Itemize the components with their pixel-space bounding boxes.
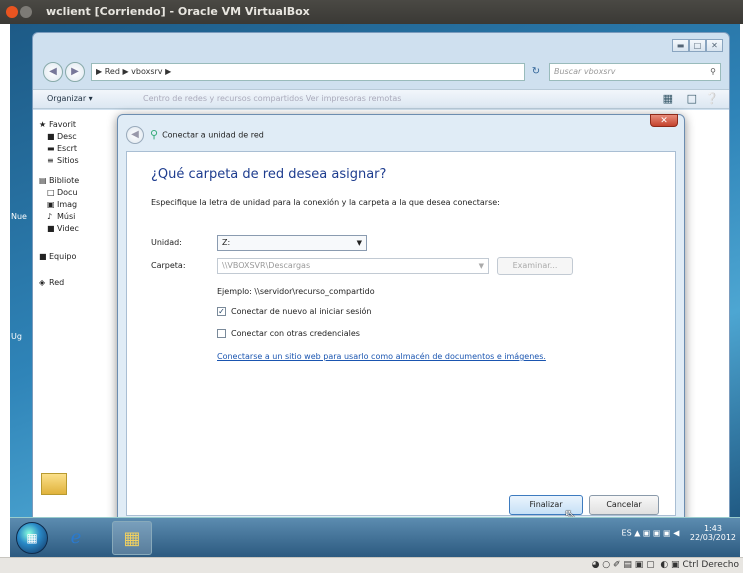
- vbox-title: wclient [Corriendo] - Oracle VM VirtualB…: [46, 5, 310, 18]
- maximize-icon[interactable]: □: [689, 39, 706, 52]
- dialog-heading: ¿Qué carpeta de red desea asignar?: [151, 167, 387, 182]
- nav-item-icon: ■: [47, 224, 55, 233]
- nav-item-label: Equipo: [49, 252, 77, 261]
- browse-button[interactable]: Examinar...: [497, 257, 573, 275]
- back-arrow-icon[interactable]: ◀: [43, 62, 63, 82]
- example-text: Ejemplo: \\servidor\recurso_compartido: [217, 287, 375, 296]
- search-placeholder: Buscar vboxsrv: [554, 67, 616, 76]
- refresh-icon[interactable]: ↻: [527, 63, 545, 81]
- nav-item-label: Escrt: [57, 144, 78, 153]
- web-storage-link[interactable]: Conectarse a un sitio web para usarlo co…: [217, 352, 546, 361]
- nav-item-label: Desc: [57, 132, 77, 141]
- folder-value: \\VBOXSVR\Descargas: [222, 261, 311, 270]
- nav-item-label: Red: [49, 278, 65, 287]
- network-commands[interactable]: Centro de redes y recursos compartidos V…: [143, 90, 401, 108]
- close-window-icon[interactable]: [6, 6, 18, 18]
- nav-item-label: Videc: [57, 224, 79, 233]
- other-credentials-label: Conectar con otras credenciales: [231, 329, 360, 338]
- command-bar: Organizar ▾ Centro de redes y recursos c…: [33, 89, 729, 109]
- network-drive-icon: ⚲: [150, 128, 159, 141]
- dialog-body: ¿Qué carpeta de red desea asignar? Espec…: [126, 151, 676, 523]
- navigation-bar: ◀ ▶ ▶ Red ▶ vboxsrv ▶ ↻ Buscar vboxsrv ⚲: [43, 61, 721, 83]
- desktop-icon-label[interactable]: Nue: [11, 212, 27, 221]
- checkbox-empty-icon[interactable]: [217, 329, 226, 338]
- tray-icons[interactable]: ES ▲ ▣ ▣ ▣ ◀: [622, 529, 680, 538]
- folder-combobox[interactable]: \\VBOXSVR\Descargas ▼: [217, 258, 489, 274]
- nav-item[interactable]: ★ Favorit: [39, 120, 76, 129]
- close-icon[interactable]: ✕: [706, 39, 723, 52]
- nav-item-label: Docu: [57, 188, 78, 197]
- navigation-pane: ★ Favorit ■ Desc ▬ Escrt ≡ Sitios ▤ Bibliote □ Docu…: [33, 110, 123, 530]
- forward-arrow-icon[interactable]: ▶: [65, 62, 85, 82]
- nav-item-icon: ■: [47, 132, 55, 141]
- drive-select[interactable]: Z: ▼: [217, 235, 367, 251]
- clock-time[interactable]: 1:43: [690, 524, 736, 533]
- nav-item[interactable]: ▤ Bibliote: [39, 176, 79, 185]
- minimize-icon[interactable]: ▬: [672, 39, 689, 52]
- vbox-title-bar: wclient [Corriendo] - Oracle VM VirtualB…: [0, 0, 743, 24]
- help-icon[interactable]: ❔: [705, 90, 719, 108]
- nav-item-label: Músi: [57, 212, 76, 221]
- system-tray: ES ▲ ▣ ▣ ▣ ◀ 1:43 22/03/2012: [622, 524, 736, 542]
- address-bar[interactable]: ▶ Red ▶ vboxsrv ▶: [91, 63, 525, 81]
- nav-item[interactable]: ◈ Red: [39, 278, 64, 287]
- drive-select-value: Z:: [222, 238, 231, 247]
- nav-item-icon: □: [47, 188, 55, 197]
- host-key-label: Ctrl Derecho: [682, 560, 739, 570]
- nav-item-icon: ▣: [47, 200, 55, 209]
- nav-item[interactable]: ♪ Músi: [47, 212, 75, 221]
- status-icons[interactable]: ◕ ○ ✐ ▤ ▣ ▢ ◐ ▣: [592, 560, 680, 570]
- explorer-window-controls: ▬ □ ✕: [672, 39, 723, 52]
- nav-item-icon: ★: [39, 120, 47, 129]
- view-options-icon[interactable]: ▦: [663, 90, 673, 108]
- nav-item[interactable]: ▬ Escrt: [47, 144, 77, 153]
- dialog-header: ◀ ⚲ Conectar a unidad de red: [126, 125, 666, 145]
- nav-item-icon: ■: [39, 252, 47, 261]
- nav-item[interactable]: ■ Equipo: [39, 252, 76, 261]
- map-network-drive-dialog: ✕ ◀ ⚲ Conectar a unidad de red ¿Qué carpet…: [117, 114, 685, 525]
- nav-item-icon: ▬: [47, 144, 55, 153]
- nav-item-label: Imag: [57, 200, 78, 209]
- nav-item[interactable]: ▣ Imag: [47, 200, 77, 209]
- checkbox-checked-icon[interactable]: ✓: [217, 307, 226, 316]
- reconnect-label: Conectar de nuevo al iniciar sesión: [231, 307, 372, 316]
- dialog-title: Conectar a unidad de red: [162, 130, 264, 140]
- instructions-text: Especifique la letra de unidad para la c…: [151, 198, 500, 207]
- internet-explorer-icon[interactable]: ℯ: [56, 521, 96, 555]
- chevron-down-icon: ▼: [356, 239, 362, 247]
- folder-icon: [41, 473, 67, 495]
- nav-item-label: Favorit: [49, 120, 77, 129]
- minimize-window-icon[interactable]: [20, 6, 32, 18]
- vbox-status-bar: ◕ ○ ✐ ▤ ▣ ▢ ◐ ▣ Ctrl Derecho: [0, 557, 743, 573]
- search-icon[interactable]: ⚲: [710, 64, 716, 80]
- chevron-down-icon: ▼: [478, 262, 484, 270]
- file-explorer-icon[interactable]: ▦: [112, 521, 152, 555]
- nav-item-label: Bibliote: [49, 176, 80, 185]
- nav-item[interactable]: ≡ Sitios: [47, 156, 79, 165]
- nav-item-icon: ≡: [47, 156, 54, 165]
- reconnect-checkbox[interactable]: ✓ Conectar de nuevo al iniciar sesión: [217, 307, 372, 316]
- nav-item[interactable]: ■ Videc: [47, 224, 79, 233]
- back-arrow-icon[interactable]: ◀: [126, 126, 144, 144]
- nav-item[interactable]: □ Docu: [47, 188, 78, 197]
- drive-label: Unidad:: [151, 238, 182, 247]
- search-input[interactable]: Buscar vboxsrv ⚲: [549, 63, 721, 81]
- folder-label: Carpeta:: [151, 261, 186, 270]
- other-credentials-checkbox[interactable]: Conectar con otras credenciales: [217, 329, 360, 338]
- nav-item-icon: ▤: [39, 176, 47, 185]
- taskbar: ▦ ℯ ▦ ES ▲ ▣ ▣ ▣ ◀ 1:43 22/03/2012: [10, 517, 740, 557]
- nav-item-icon: ◈: [39, 278, 46, 287]
- organize-button[interactable]: Organizar ▾: [47, 94, 93, 103]
- start-button[interactable]: ▦: [16, 522, 48, 554]
- nav-item-icon: ♪: [47, 212, 53, 221]
- guest-screen: Nue Ug ▬ □ ✕ ◀ ▶ ▶ Red ▶ vboxsrv ▶ ↻ Bus…: [10, 24, 740, 547]
- desktop-icon-label[interactable]: Ug: [11, 332, 22, 341]
- clock-date[interactable]: 22/03/2012: [690, 533, 736, 542]
- cancel-button[interactable]: Cancelar: [589, 495, 659, 515]
- preview-pane-icon[interactable]: □: [687, 90, 697, 108]
- nav-item-label: Sitios: [57, 156, 79, 165]
- nav-item[interactable]: ■ Desc: [47, 132, 77, 141]
